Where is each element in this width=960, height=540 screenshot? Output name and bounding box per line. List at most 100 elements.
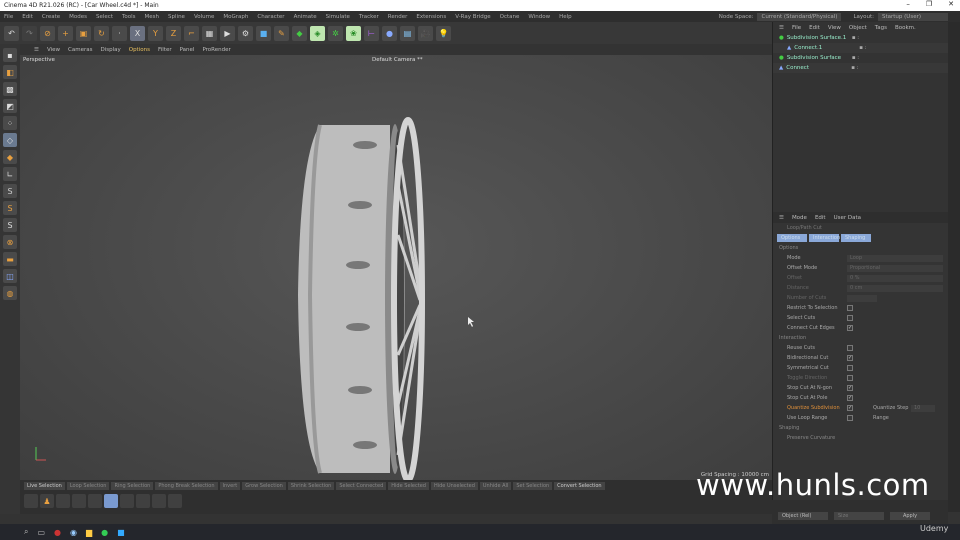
render-settings-icon[interactable]: ⚙ [238, 25, 253, 41]
coord-size-select[interactable]: Size [834, 512, 884, 520]
menu-edit[interactable]: Edit [22, 14, 33, 20]
generator-icon[interactable]: ◈ [310, 25, 325, 41]
tab-grow-selection[interactable]: Grow Selection [242, 482, 286, 490]
menu-window[interactable]: Window [528, 14, 550, 20]
undo-icon[interactable]: ↶ [4, 25, 19, 41]
menu-render[interactable]: Render [388, 14, 408, 20]
points-mode-icon[interactable]: ⁘ [3, 116, 17, 130]
camera-icon[interactable]: 🎥 [418, 25, 433, 41]
viewport-menu-view[interactable]: View [47, 47, 60, 53]
node-space-select[interactable]: Current (Standard/Physical) [757, 12, 842, 21]
use-loop-range-checkbox[interactable] [847, 415, 853, 421]
deformer-icon[interactable]: ❀ [346, 25, 361, 41]
app-icon[interactable]: ● [54, 528, 61, 537]
tab-phong-break-selection[interactable]: Phong Break Selection [155, 482, 218, 490]
reuse-cuts-checkbox[interactable] [847, 345, 853, 351]
tab-ring-selection[interactable]: Ring Selection [111, 482, 154, 490]
cube-icon[interactable]: ■ [256, 25, 271, 41]
spotify-icon[interactable]: ● [101, 528, 108, 537]
subdivision-icon[interactable]: ◆ [292, 25, 307, 41]
viewport-menu-options[interactable]: Options [129, 47, 150, 53]
tab-live-selection[interactable]: Live Selection [24, 482, 65, 490]
scale-tool-icon[interactable]: ▣ [76, 25, 91, 41]
wheel-model[interactable] [20, 55, 772, 480]
render-picture-viewer-icon[interactable]: ▶ [220, 25, 235, 41]
om-menu-file[interactable]: File [792, 25, 801, 31]
coordinate-system-icon[interactable]: ⌐ [184, 25, 199, 41]
tab-select-connected[interactable]: Select Connected [336, 482, 387, 490]
tab-shrink-selection[interactable]: Shrink Selection [287, 482, 335, 490]
knife-icon[interactable] [120, 494, 134, 508]
menu-select[interactable]: Select [96, 14, 113, 20]
bend-icon[interactable]: ⊢ [364, 25, 379, 41]
quantize-checkbox[interactable]: ✓ [847, 405, 853, 411]
attr-menu-mode[interactable]: Mode [792, 215, 807, 221]
workplane-icon[interactable]: ◩ [3, 99, 17, 113]
close-button[interactable]: ✕ [948, 0, 954, 8]
model-mode-icon[interactable]: ◧ [3, 65, 17, 79]
menu-modes[interactable]: Modes [69, 14, 87, 20]
pen-icon[interactable]: ✎ [274, 25, 289, 41]
visibility-toggle[interactable]: ▪ : [859, 45, 866, 51]
menu-v-ray-bridge[interactable]: V-Ray Bridge [455, 14, 490, 20]
menu-help[interactable]: Help [559, 14, 572, 20]
minimize-button[interactable]: – [906, 0, 910, 8]
move-tool-icon[interactable]: + [58, 25, 73, 41]
workplane-lock-icon[interactable]: ▬ [3, 252, 17, 266]
om-menu-bookm[interactable]: Bookm. [895, 25, 916, 31]
offset-mode-select[interactable]: Proportional [847, 264, 943, 272]
layout-select[interactable]: Startup (User) [878, 12, 948, 21]
menu-extensions[interactable]: Extensions [416, 14, 446, 20]
number-of-cuts-field[interactable] [847, 294, 877, 302]
om-menu-tags[interactable]: Tags [875, 25, 887, 31]
viewport-menu-panel[interactable]: Panel [180, 47, 195, 53]
menu-create[interactable]: Create [42, 14, 60, 20]
loop-cut-icon[interactable] [104, 494, 118, 508]
stop-cut-pole-checkbox[interactable]: ✓ [847, 395, 853, 401]
select-cuts-checkbox[interactable] [847, 315, 853, 321]
maximize-button[interactable]: ❐ [926, 0, 932, 8]
tab-convert-selection[interactable]: Convert Selection [554, 482, 605, 490]
tab-set-selection[interactable]: Set Selection [513, 482, 553, 490]
character-icon[interactable]: ♟ [40, 494, 54, 508]
object-row[interactable]: ▲ Connect ▪ : [773, 63, 948, 73]
polygons-mode-icon[interactable]: ◆ [3, 150, 17, 164]
menu-file[interactable]: File [4, 14, 13, 20]
connect-cut-edges-checkbox[interactable]: ✓ [847, 325, 853, 331]
recent-tools-icon[interactable]: · [112, 25, 127, 41]
file-explorer-icon[interactable]: ▆ [86, 528, 92, 537]
bridge-icon[interactable] [136, 494, 150, 508]
render-view-icon[interactable]: ▦ [202, 25, 217, 41]
quantize-step-field[interactable]: 10 [911, 404, 935, 412]
object-row[interactable]: ● Subdivision Surface.1 ▪ : [773, 33, 948, 43]
snap-enable-icon[interactable]: S [3, 218, 17, 232]
viewport[interactable]: Perspective Default Camera ** Grid Spaci… [20, 55, 772, 480]
visibility-toggle[interactable]: ▪ : [851, 65, 858, 71]
tool-icon[interactable] [24, 494, 38, 508]
rotate-tool-icon[interactable]: ↻ [94, 25, 109, 41]
tab-hide-unselected[interactable]: Hide Unselected [430, 482, 478, 490]
snap-settings-icon[interactable]: S [3, 201, 17, 215]
lock-icon[interactable]: ⊗ [3, 235, 17, 249]
offset-field[interactable]: 0 % [847, 274, 943, 282]
menu-spline[interactable]: Spline [168, 14, 185, 20]
menu-tracker[interactable]: Tracker [359, 14, 379, 20]
restrict-checkbox[interactable] [847, 305, 853, 311]
redo-icon[interactable]: ↷ [22, 25, 37, 41]
bidirectional-cut-checkbox[interactable]: ✓ [847, 355, 853, 361]
mograph-icon[interactable]: ✲ [328, 25, 343, 41]
viewport-menu-prorender[interactable]: ProRender [202, 47, 230, 53]
distance-field[interactable]: 0 cm [847, 284, 943, 292]
y-axis-icon[interactable]: Y [148, 25, 163, 41]
z-axis-icon[interactable]: Z [166, 25, 181, 41]
tab-interaction[interactable]: Interaction [809, 234, 840, 242]
stop-cut-ngon-checkbox[interactable]: ✓ [847, 385, 853, 391]
menu-simulate[interactable]: Simulate [326, 14, 350, 20]
select-tool-icon[interactable]: ⊘ [40, 25, 55, 41]
om-menu-object[interactable]: Object [849, 25, 867, 31]
visibility-toggle[interactable]: ▪ : [852, 55, 859, 61]
edges-mode-icon[interactable]: ◇ [3, 133, 17, 147]
apply-button[interactable]: Apply [890, 512, 930, 520]
texture-mode-icon[interactable]: ▩ [3, 82, 17, 96]
om-menu-edit[interactable]: Edit [809, 25, 820, 31]
